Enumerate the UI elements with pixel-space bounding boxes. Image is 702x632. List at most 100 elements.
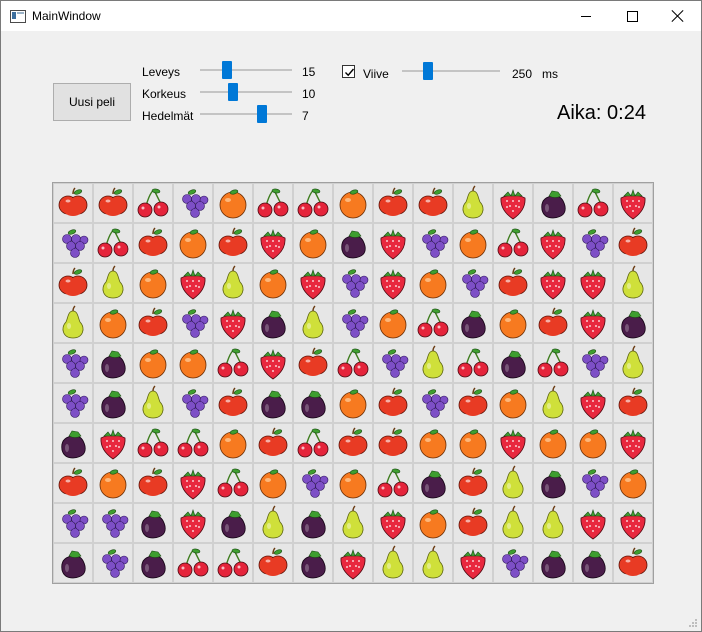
- board-cell[interactable]: [53, 303, 93, 343]
- board-cell[interactable]: [93, 503, 133, 543]
- minimize-button[interactable]: [563, 1, 609, 31]
- board-cell[interactable]: [173, 463, 213, 503]
- game-board[interactable]: [52, 182, 654, 584]
- board-cell[interactable]: [93, 543, 133, 583]
- board-cell[interactable]: [333, 343, 373, 383]
- board-cell[interactable]: [333, 543, 373, 583]
- board-cell[interactable]: [253, 423, 293, 463]
- board-cell[interactable]: [213, 383, 253, 423]
- title-bar[interactable]: MainWindow: [1, 1, 701, 31]
- board-cell[interactable]: [413, 423, 453, 463]
- board-cell[interactable]: [453, 183, 493, 223]
- board-cell[interactable]: [373, 303, 413, 343]
- board-cell[interactable]: [453, 463, 493, 503]
- board-cell[interactable]: [533, 263, 573, 303]
- board-cell[interactable]: [93, 463, 133, 503]
- board-cell[interactable]: [173, 303, 213, 343]
- width-slider-thumb[interactable]: [222, 61, 232, 79]
- board-cell[interactable]: [613, 423, 653, 463]
- board-cell[interactable]: [53, 383, 93, 423]
- board-cell[interactable]: [293, 383, 333, 423]
- board-cell[interactable]: [53, 343, 93, 383]
- board-cell[interactable]: [533, 303, 573, 343]
- board-cell[interactable]: [573, 503, 613, 543]
- height-slider[interactable]: [200, 82, 292, 102]
- board-cell[interactable]: [253, 343, 293, 383]
- board-cell[interactable]: [133, 423, 173, 463]
- board-cell[interactable]: [333, 503, 373, 543]
- board-cell[interactable]: [173, 543, 213, 583]
- board-cell[interactable]: [613, 263, 653, 303]
- board-cell[interactable]: [133, 223, 173, 263]
- board-cell[interactable]: [573, 423, 613, 463]
- board-cell[interactable]: [133, 503, 173, 543]
- board-cell[interactable]: [93, 423, 133, 463]
- board-cell[interactable]: [493, 343, 533, 383]
- board-cell[interactable]: [453, 263, 493, 303]
- board-cell[interactable]: [413, 543, 453, 583]
- board-cell[interactable]: [213, 183, 253, 223]
- board-cell[interactable]: [493, 423, 533, 463]
- board-cell[interactable]: [93, 263, 133, 303]
- board-cell[interactable]: [613, 183, 653, 223]
- board-cell[interactable]: [133, 543, 173, 583]
- board-cell[interactable]: [53, 223, 93, 263]
- board-cell[interactable]: [93, 183, 133, 223]
- board-cell[interactable]: [173, 343, 213, 383]
- board-cell[interactable]: [333, 303, 373, 343]
- board-cell[interactable]: [333, 263, 373, 303]
- board-cell[interactable]: [133, 263, 173, 303]
- board-cell[interactable]: [573, 223, 613, 263]
- board-cell[interactable]: [133, 463, 173, 503]
- board-cell[interactable]: [213, 343, 253, 383]
- board-cell[interactable]: [173, 223, 213, 263]
- board-cell[interactable]: [53, 423, 93, 463]
- board-cell[interactable]: [293, 183, 333, 223]
- board-cell[interactable]: [533, 423, 573, 463]
- board-cell[interactable]: [533, 503, 573, 543]
- board-cell[interactable]: [533, 343, 573, 383]
- board-cell[interactable]: [533, 183, 573, 223]
- board-cell[interactable]: [333, 463, 373, 503]
- board-cell[interactable]: [453, 383, 493, 423]
- board-cell[interactable]: [573, 263, 613, 303]
- board-cell[interactable]: [333, 423, 373, 463]
- board-cell[interactable]: [453, 503, 493, 543]
- board-cell[interactable]: [293, 223, 333, 263]
- fruits-slider[interactable]: [200, 104, 292, 124]
- board-cell[interactable]: [493, 463, 533, 503]
- board-cell[interactable]: [573, 383, 613, 423]
- board-cell[interactable]: [253, 383, 293, 423]
- board-cell[interactable]: [533, 383, 573, 423]
- maximize-button[interactable]: [609, 1, 655, 31]
- delay-slider-thumb[interactable]: [423, 62, 433, 80]
- board-cell[interactable]: [293, 543, 333, 583]
- board-cell[interactable]: [173, 423, 213, 463]
- board-cell[interactable]: [53, 463, 93, 503]
- board-cell[interactable]: [253, 543, 293, 583]
- board-cell[interactable]: [533, 223, 573, 263]
- board-cell[interactable]: [213, 263, 253, 303]
- board-cell[interactable]: [53, 263, 93, 303]
- board-cell[interactable]: [293, 303, 333, 343]
- board-cell[interactable]: [293, 423, 333, 463]
- board-cell[interactable]: [213, 223, 253, 263]
- board-cell[interactable]: [373, 263, 413, 303]
- board-cell[interactable]: [173, 183, 213, 223]
- board-cell[interactable]: [413, 303, 453, 343]
- board-cell[interactable]: [453, 303, 493, 343]
- board-cell[interactable]: [333, 383, 373, 423]
- board-cell[interactable]: [293, 463, 333, 503]
- board-cell[interactable]: [333, 223, 373, 263]
- board-cell[interactable]: [453, 223, 493, 263]
- board-cell[interactable]: [413, 383, 453, 423]
- close-button[interactable]: [655, 1, 701, 31]
- board-cell[interactable]: [133, 343, 173, 383]
- board-cell[interactable]: [413, 503, 453, 543]
- board-cell[interactable]: [133, 383, 173, 423]
- board-cell[interactable]: [373, 543, 413, 583]
- height-slider-thumb[interactable]: [228, 83, 238, 101]
- board-cell[interactable]: [573, 463, 613, 503]
- resize-grip-icon[interactable]: [688, 618, 698, 628]
- board-cell[interactable]: [293, 263, 333, 303]
